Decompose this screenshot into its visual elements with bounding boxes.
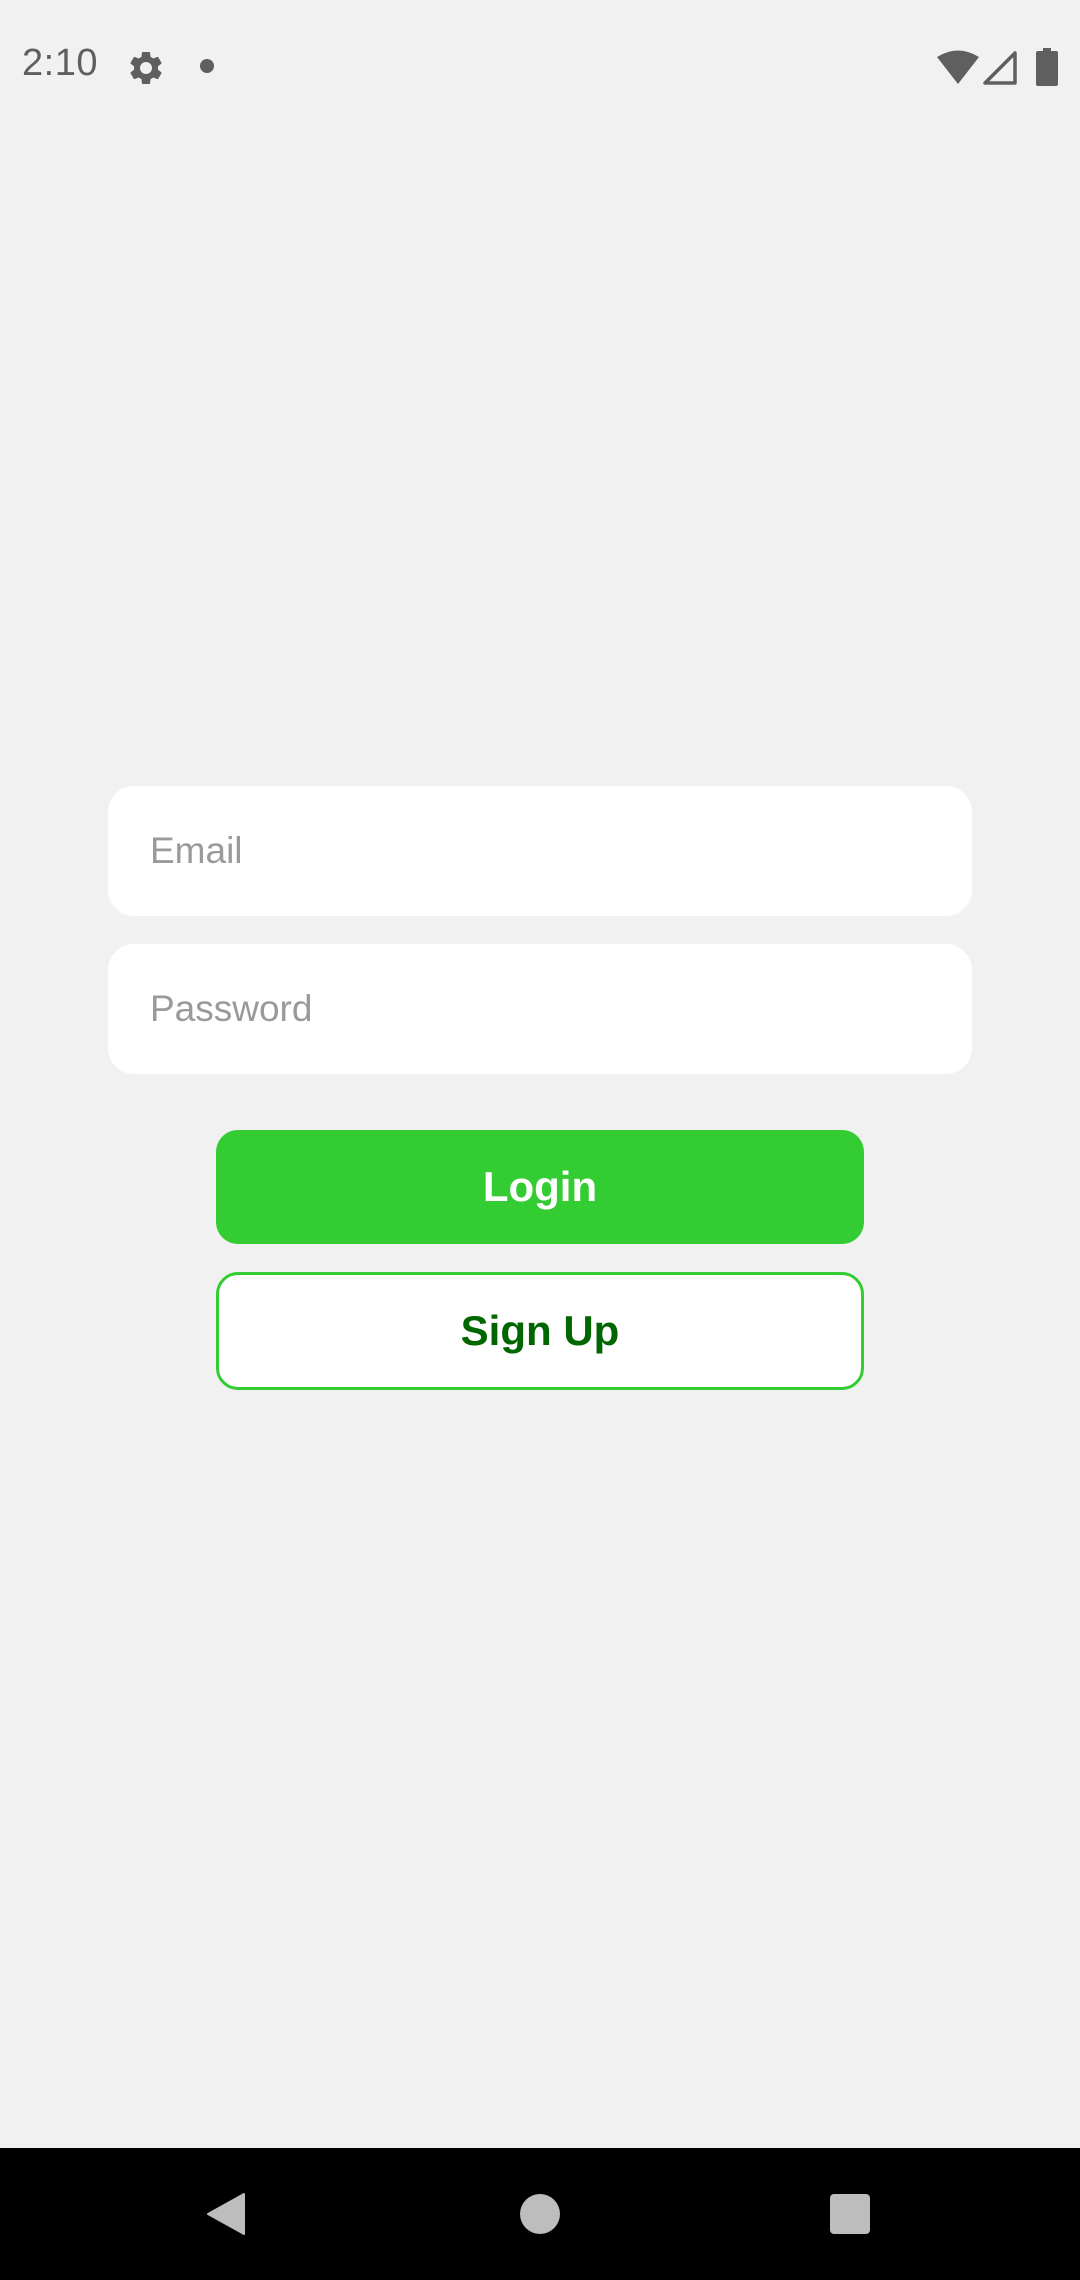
notification-dot-icon	[200, 59, 214, 73]
signup-button[interactable]: Sign Up	[216, 1272, 864, 1390]
password-field[interactable]	[108, 944, 972, 1074]
status-time: 2:10	[22, 42, 98, 84]
password-input[interactable]	[108, 944, 972, 1074]
wifi-icon	[936, 50, 980, 86]
login-button[interactable]: Login	[216, 1130, 864, 1244]
signal-icon	[982, 50, 1018, 86]
back-icon[interactable]	[204, 2192, 248, 2236]
signup-button-label: Sign Up	[460, 1307, 620, 1354]
status-bar: 2:10	[0, 0, 1080, 132]
email-input[interactable]	[108, 786, 972, 916]
recents-icon[interactable]	[830, 2194, 870, 2234]
battery-icon	[1036, 48, 1058, 86]
gear-icon	[126, 48, 166, 88]
login-screen: 2:10 Login	[0, 0, 1080, 2280]
login-button-label: Login	[482, 1163, 598, 1210]
home-icon[interactable]	[520, 2194, 560, 2234]
email-field[interactable]	[108, 786, 972, 916]
navigation-bar	[0, 2148, 1080, 2280]
